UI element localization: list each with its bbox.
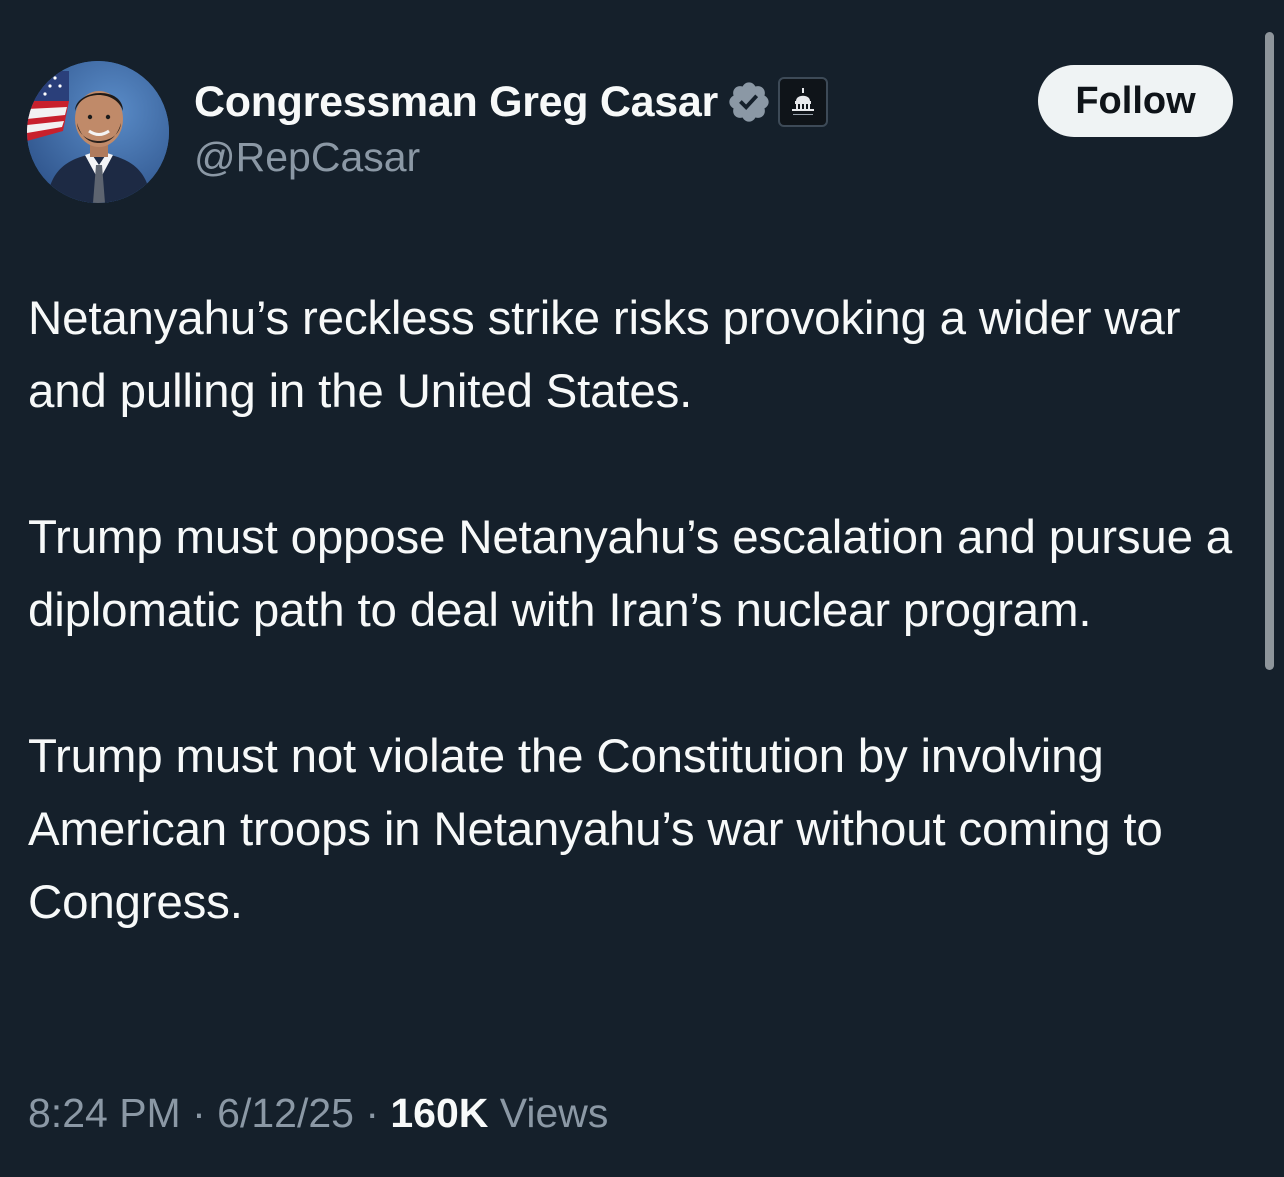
meta-separator: · <box>180 1090 218 1136</box>
tweet-detail: Congressman Greg Casar @RepCasar Follow … <box>0 0 1284 1177</box>
follow-button[interactable]: Follow <box>1038 65 1233 137</box>
verified-badge-icon[interactable] <box>726 79 772 125</box>
tweet-meta: 8:24 PM · 6/12/25 · 160K Views <box>28 1090 608 1137</box>
capitol-dome-icon <box>791 88 814 115</box>
tweet-paragraph: Netanyahu’s reckless strike risks provok… <box>28 292 1181 418</box>
views-count[interactable]: 160K <box>390 1090 488 1136</box>
author-handle[interactable]: @RepCasar <box>194 134 828 181</box>
views-label: Views <box>488 1090 609 1136</box>
author-names: Congressman Greg Casar @RepCasar <box>194 74 828 181</box>
display-name[interactable]: Congressman Greg Casar <box>194 78 718 127</box>
tweet-date[interactable]: 6/12/25 <box>217 1090 354 1136</box>
tweet-paragraph: Trump must not violate the Constitution … <box>28 730 1163 929</box>
tweet-time[interactable]: 8:24 PM <box>28 1090 181 1136</box>
avatar[interactable] <box>27 61 169 203</box>
scrollbar[interactable] <box>1265 32 1274 670</box>
meta-separator: · <box>353 1090 391 1136</box>
tweet-paragraph: Trump must oppose Netanyahu’s escalation… <box>28 511 1233 637</box>
affiliation-badge[interactable] <box>777 77 828 127</box>
avatar-photo <box>27 61 169 203</box>
display-name-row: Congressman Greg Casar <box>194 74 828 130</box>
tweet-text: Netanyahu’s reckless strike risks provok… <box>28 282 1268 939</box>
